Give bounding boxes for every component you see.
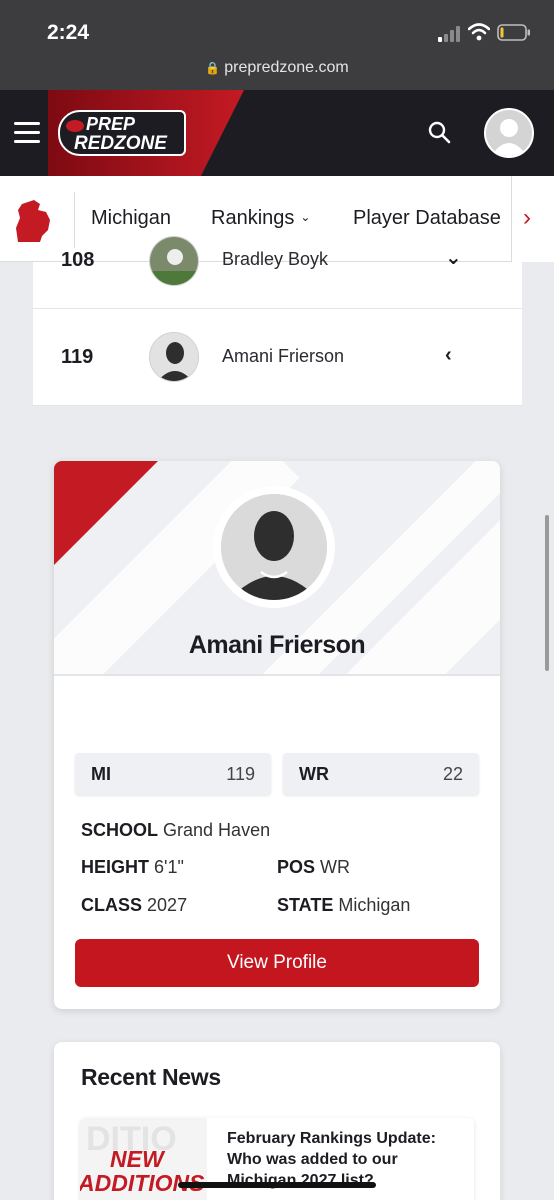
player-avatar bbox=[213, 486, 335, 608]
chevron-down-icon[interactable]: ⌄ bbox=[445, 245, 462, 270]
user-silhouette-icon bbox=[486, 110, 532, 156]
stat-value: 119 bbox=[226, 764, 255, 784]
stat-label: MI bbox=[91, 764, 111, 784]
info-label: SCHOOL bbox=[81, 820, 159, 840]
table-row[interactable]: 119 Amani Frierson ‹ bbox=[33, 309, 522, 406]
lock-icon: 🔒 bbox=[205, 61, 221, 75]
site-header: PREP REDZONE bbox=[0, 90, 554, 176]
thumbnail-text-line-1: NEW bbox=[110, 1146, 164, 1172]
address-bar[interactable]: 🔒 prepredzone.com bbox=[0, 59, 554, 77]
home-indicator[interactable] bbox=[178, 1182, 376, 1188]
player-silhouette-icon bbox=[221, 494, 327, 600]
view-profile-button[interactable]: View Profile bbox=[75, 939, 479, 987]
info-value: 2027 bbox=[147, 895, 188, 915]
ranking-list: 108 Bradley Boyk ⌄ 119 Amani Frierson ‹ bbox=[33, 236, 522, 406]
player-photo bbox=[149, 332, 199, 382]
info-value: Grand Haven bbox=[163, 820, 271, 840]
info-height: HEIGHT 6'1" bbox=[81, 857, 184, 878]
recent-news-heading: Recent News bbox=[81, 1064, 221, 1090]
stat-value: 22 bbox=[442, 764, 463, 784]
cellular-signal-icon bbox=[438, 26, 460, 42]
url-text: prepredzone.com bbox=[224, 59, 349, 76]
row-player-name[interactable]: Amani Frierson bbox=[222, 346, 344, 367]
user-avatar-button[interactable] bbox=[484, 108, 534, 158]
position-rank-box: WR 22 bbox=[283, 753, 479, 795]
player-card: Amani Frierson MI 119 WR 22 SCHOOL Grand… bbox=[54, 461, 500, 1009]
football-icon bbox=[66, 120, 84, 132]
stat-label: WR bbox=[299, 764, 329, 784]
info-school: SCHOOL Grand Haven bbox=[81, 820, 270, 841]
row-player-name[interactable]: Bradley Boyk bbox=[222, 249, 328, 270]
recent-news-card: Recent News DITIO NEW ADDITIONS February… bbox=[54, 1042, 500, 1200]
info-label: POS bbox=[277, 857, 316, 877]
info-class: CLASS 2027 bbox=[81, 895, 187, 916]
info-state: STATE Michigan bbox=[277, 895, 410, 916]
player-photo bbox=[149, 236, 199, 286]
info-label: HEIGHT bbox=[81, 857, 150, 877]
search-icon[interactable] bbox=[427, 120, 451, 144]
status-bar: 2:24 🔒 prepredzone.com bbox=[0, 0, 554, 90]
player-card-header: Amani Frierson bbox=[54, 461, 500, 676]
row-rank: 108 bbox=[61, 249, 95, 271]
hamburger-menu-icon[interactable] bbox=[14, 122, 40, 144]
status-time: 2:24 bbox=[47, 21, 90, 44]
chevron-right-icon: › bbox=[523, 204, 531, 231]
info-label: STATE bbox=[277, 895, 334, 915]
battery-icon bbox=[497, 24, 530, 41]
wifi-icon bbox=[468, 23, 490, 41]
logo-line-1: PREP bbox=[86, 114, 136, 134]
info-position: POS WR bbox=[277, 857, 350, 878]
scrollbar[interactable] bbox=[545, 515, 549, 671]
info-label: CLASS bbox=[81, 895, 143, 915]
player-name: Amani Frierson bbox=[188, 631, 366, 659]
state-rank-box: MI 119 bbox=[75, 753, 271, 795]
info-value: WR bbox=[320, 857, 351, 877]
table-row[interactable]: 108 Bradley Boyk ⌄ bbox=[33, 212, 522, 309]
chevron-left-icon[interactable]: ‹ bbox=[445, 344, 452, 367]
row-rank: 119 bbox=[61, 346, 94, 368]
info-value: Michigan bbox=[338, 895, 411, 915]
info-value: 6'1" bbox=[154, 857, 184, 877]
site-logo[interactable]: PREP REDZONE bbox=[58, 110, 186, 156]
logo-line-2: REDZONE bbox=[74, 133, 167, 154]
